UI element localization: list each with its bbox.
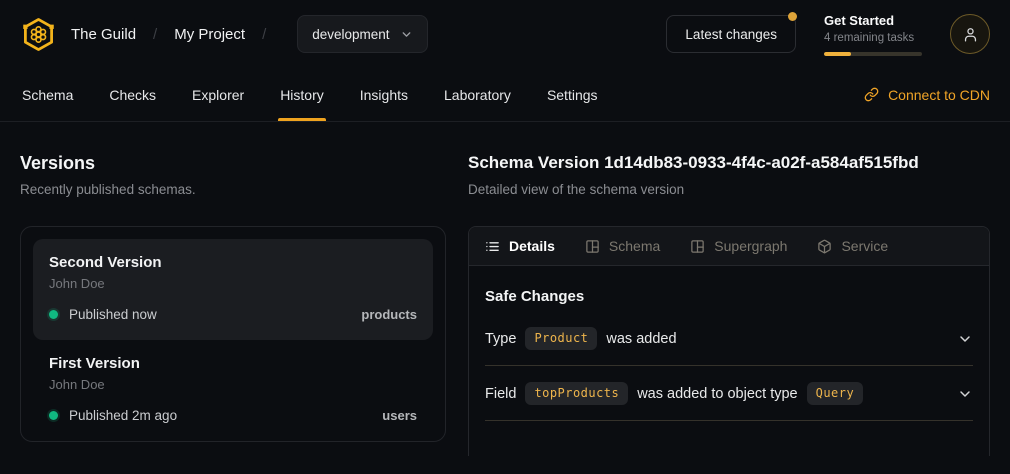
- change-text: was added to object type: [637, 386, 797, 402]
- tab-details[interactable]: Details: [485, 238, 555, 254]
- breadcrumb-separator: /: [153, 26, 157, 43]
- chevron-down-icon[interactable]: [957, 386, 973, 402]
- link-icon: [864, 87, 879, 102]
- published-label: Published 2m ago: [69, 408, 177, 423]
- version-meta: Published 2m ago users: [49, 408, 417, 423]
- nav-tab-checks[interactable]: Checks: [107, 68, 158, 121]
- get-started-widget[interactable]: Get Started 4 remaining tasks: [824, 13, 922, 56]
- get-started-title: Get Started: [824, 13, 922, 29]
- nav-tab-history[interactable]: History: [278, 68, 326, 121]
- published-status-dot: [49, 310, 58, 319]
- nav-tab-insights[interactable]: Insights: [358, 68, 410, 121]
- version-author: John Doe: [49, 276, 417, 292]
- tab-supergraph[interactable]: Supergraph: [690, 238, 787, 254]
- service-name: users: [382, 408, 417, 423]
- versions-title: Versions: [20, 152, 446, 174]
- version-list-item[interactable]: First Version John Doe Published 2m ago …: [33, 340, 433, 441]
- schema-version-detail-panel: Details Schema Sup: [468, 226, 990, 456]
- breadcrumb-org[interactable]: The Guild: [71, 26, 136, 43]
- published-label: Published now: [69, 307, 157, 322]
- change-text: Type: [485, 331, 516, 347]
- header-actions: Latest changes Get Started 4 remaining t…: [666, 13, 990, 56]
- schema-version-subtitle: Detailed view of the schema version: [468, 181, 990, 198]
- version-list-item[interactable]: Second Version John Doe Published now pr…: [33, 239, 433, 340]
- version-name: Second Version: [49, 253, 417, 272]
- nav-tabs: Schema Checks Explorer History Insights …: [20, 68, 600, 121]
- versions-subtitle: Recently published schemas.: [20, 181, 446, 198]
- nav-tab-explorer[interactable]: Explorer: [190, 68, 246, 121]
- target-select-value: development: [312, 27, 389, 42]
- nav-tab-laboratory[interactable]: Laboratory: [442, 68, 513, 121]
- schema-version-column: Schema Version 1d14db83-0933-4f4c-a02f-a…: [468, 152, 990, 456]
- code-badge: Query: [807, 382, 864, 405]
- safe-changes-title: Safe Changes: [485, 288, 973, 305]
- tab-details-label: Details: [509, 238, 555, 254]
- code-badge: topProducts: [525, 382, 628, 405]
- change-row-field-added[interactable]: Field topProducts was added to object ty…: [485, 366, 973, 421]
- target-select[interactable]: development: [297, 15, 427, 53]
- code-badge: Product: [525, 327, 597, 350]
- columns-icon: [690, 239, 705, 254]
- tab-service-label: Service: [841, 238, 888, 254]
- published-status-dot: [49, 411, 58, 420]
- chevron-down-icon: [400, 28, 413, 41]
- tab-supergraph-label: Supergraph: [714, 238, 787, 254]
- latest-changes-label: Latest changes: [685, 27, 777, 42]
- cube-icon: [817, 239, 832, 254]
- service-name: products: [361, 307, 417, 322]
- version-name: First Version: [49, 354, 417, 373]
- chevron-down-icon[interactable]: [957, 331, 973, 347]
- get-started-progress: [824, 52, 922, 56]
- list-icon: [485, 239, 500, 254]
- get-started-progress-fill: [824, 52, 851, 56]
- user-icon: [962, 26, 979, 43]
- versions-list: Second Version John Doe Published now pr…: [20, 226, 446, 442]
- connect-to-cdn-label: Connect to CDN: [888, 87, 990, 103]
- change-text: was added: [606, 331, 676, 347]
- breadcrumb: The Guild / My Project / development: [20, 15, 428, 53]
- app-header: The Guild / My Project / development Lat…: [0, 0, 1010, 68]
- detail-content: Safe Changes Type Product was added Fiel…: [469, 266, 989, 421]
- versions-column: Versions Recently published schemas. Sec…: [20, 152, 446, 456]
- schema-version-title: Schema Version 1d14db83-0933-4f4c-a02f-a…: [468, 152, 990, 174]
- notification-dot: [788, 12, 797, 21]
- version-meta: Published now products: [49, 307, 417, 322]
- version-author: John Doe: [49, 377, 417, 393]
- breadcrumb-separator: /: [262, 26, 266, 43]
- main-nav: Schema Checks Explorer History Insights …: [0, 68, 1010, 122]
- get-started-subtitle: 4 remaining tasks: [824, 31, 922, 45]
- tab-schema-label: Schema: [609, 238, 660, 254]
- nav-tab-schema[interactable]: Schema: [20, 68, 75, 121]
- breadcrumb-project[interactable]: My Project: [174, 26, 245, 43]
- tab-service[interactable]: Service: [817, 238, 888, 254]
- tab-schema[interactable]: Schema: [585, 238, 660, 254]
- nav-tab-settings[interactable]: Settings: [545, 68, 600, 121]
- detail-tabs: Details Schema Sup: [469, 227, 989, 266]
- main-content: Versions Recently published schemas. Sec…: [0, 122, 1010, 456]
- connect-to-cdn-link[interactable]: Connect to CDN: [864, 68, 990, 121]
- change-row-type-added[interactable]: Type Product was added: [485, 311, 973, 366]
- columns-icon: [585, 239, 600, 254]
- latest-changes-button[interactable]: Latest changes: [666, 15, 796, 53]
- guild-logo-icon[interactable]: [20, 16, 57, 53]
- user-menu-button[interactable]: [950, 14, 990, 54]
- change-text: Field: [485, 386, 516, 402]
